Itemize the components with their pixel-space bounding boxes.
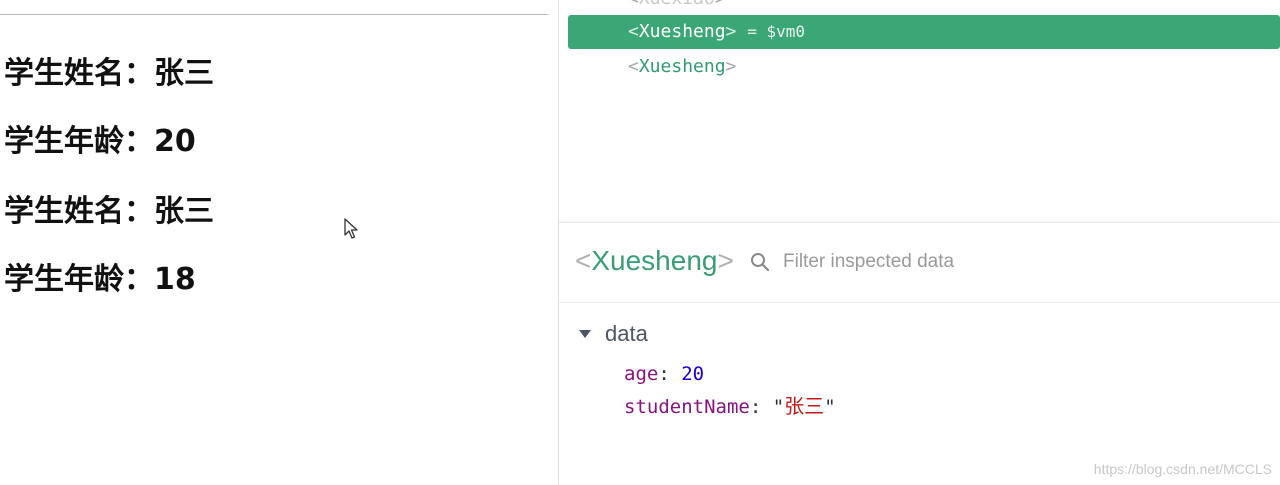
prop-row-age[interactable]: age: 20: [624, 360, 704, 388]
prop-value: 20: [681, 363, 705, 385]
inspector-header: <Xuesheng>: [559, 223, 1280, 303]
vue-devtools-panel: <Xuexiao> <Xuesheng> = $vm0 <Xuesheng> <…: [559, 0, 1280, 485]
tree-row-label: Xuesheng: [638, 21, 726, 42]
tree-row-xuesheng-selected[interactable]: <Xuesheng> = $vm0: [568, 15, 1280, 49]
student-name-line: 学生姓名：张三: [4, 48, 214, 92]
inspected-component-name: <Xuesheng>: [575, 245, 734, 276]
triangle-down-icon: [579, 330, 591, 338]
prop-key: age: [624, 363, 659, 385]
tree-row-xuexiao[interactable]: <Xuexiao>: [568, 0, 1280, 16]
prop-value: 张三: [784, 394, 825, 418]
tree-row-xuesheng[interactable]: <Xuesheng>: [568, 50, 1280, 84]
app-preview: 学生姓名：张三 学生年龄：20 学生姓名：张三 学生年龄：18: [0, 0, 558, 485]
vm-reference: = $vm0: [747, 22, 806, 41]
student-age-line: 学生年龄：18: [4, 254, 196, 298]
student-age-value: 18: [154, 262, 196, 297]
filter-inspected-data-input[interactable]: [783, 247, 1113, 277]
data-section-toggle[interactable]: data: [577, 319, 648, 349]
student-age-label: 学生年龄：: [4, 262, 154, 297]
mouse-pointer-icon: [344, 218, 358, 239]
horizontal-rule: [0, 14, 548, 15]
student-name-label: 学生姓名：: [4, 194, 154, 229]
student-name-line: 学生姓名：张三: [4, 186, 214, 230]
student-age-label: 学生年龄：: [4, 124, 154, 159]
component-tree: <Xuexiao> <Xuesheng> = $vm0 <Xuesheng>: [559, 0, 1280, 222]
student-age-line: 学生年龄：20: [4, 116, 196, 160]
student-name-value: 张三: [154, 194, 214, 229]
search-icon: [751, 253, 770, 272]
section-label: data: [605, 321, 648, 346]
student-name-label: 学生姓名：: [4, 56, 154, 91]
watermark: https://blog.csdn.net/MCCLS: [1093, 461, 1272, 477]
student-name-value: 张三: [154, 56, 214, 91]
student-age-value: 20: [154, 124, 196, 159]
tree-row-label: Xuexiao: [639, 0, 715, 9]
tree-row-label: Xuesheng: [638, 56, 726, 77]
prop-key: studentName: [624, 396, 750, 418]
prop-row-studentname[interactable]: studentName: "张三": [624, 392, 836, 421]
component-inspector: <Xuesheng> data age: 20 studentName: "张三…: [559, 222, 1280, 485]
